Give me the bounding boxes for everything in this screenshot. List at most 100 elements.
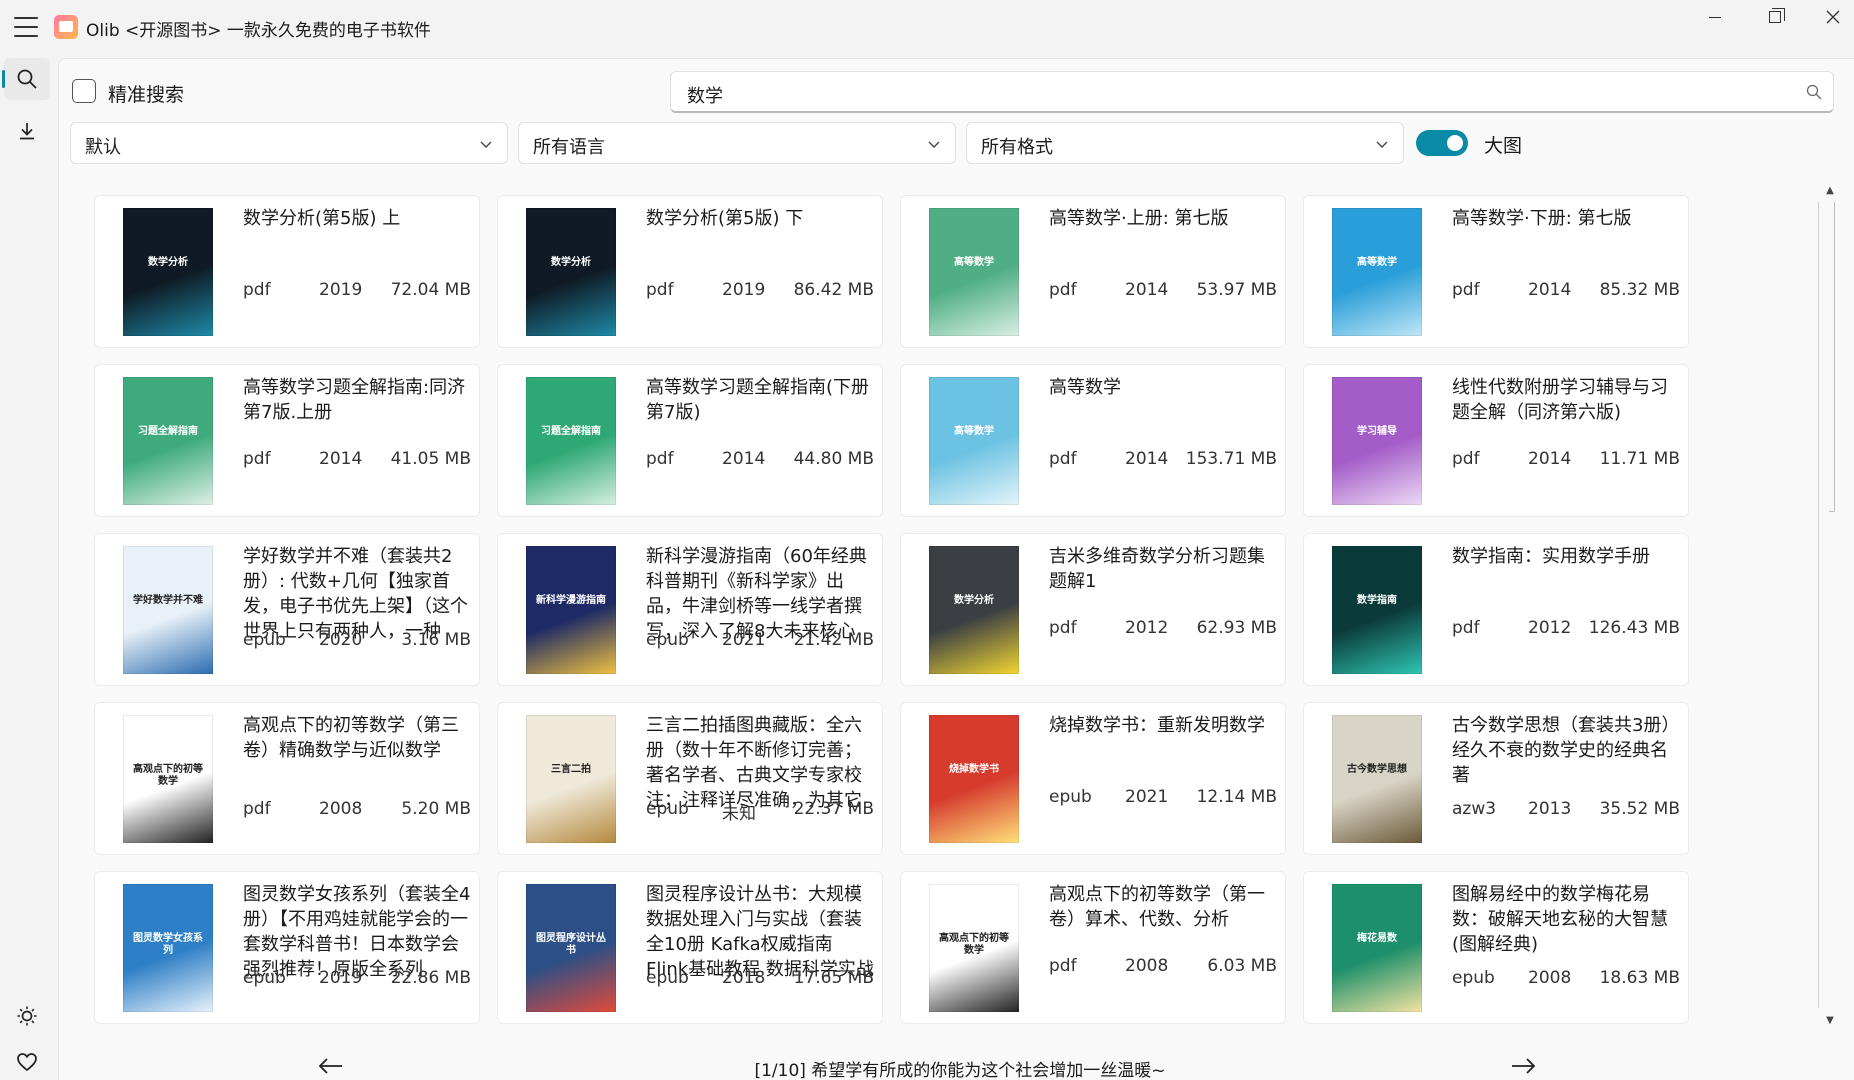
book-cover[interactable]: 数学分析 bbox=[929, 546, 1019, 674]
sort-dropdown-value: 默认 bbox=[85, 137, 121, 158]
format-dropdown[interactable]: 所有格式 bbox=[966, 122, 1404, 164]
book-cover[interactable]: 新科学漫游指南 bbox=[526, 546, 616, 674]
book-card[interactable]: 新科学漫游指南 新科学漫游指南（60年经典科普期刊《新科学家》出品，牛津剑桥等一线… bbox=[497, 533, 883, 686]
book-cover[interactable]: 高等数学 bbox=[1332, 208, 1422, 336]
theme-icon bbox=[17, 1006, 37, 1026]
book-title: 数学分析(第5版) 下 bbox=[646, 208, 804, 229]
book-card[interactable]: 高等数学 高等数学·下册: 第七版 pdf 2014 85.32 MB bbox=[1303, 195, 1689, 348]
book-cover[interactable]: 三言二拍 bbox=[526, 715, 616, 843]
book-format: azw3 bbox=[1452, 799, 1497, 819]
book-title: 烧掉数学书：重新发明数学 bbox=[1049, 715, 1265, 736]
book-cover[interactable]: 高观点下的初等数学 bbox=[929, 884, 1019, 1012]
scrollbar-thumb[interactable] bbox=[1829, 202, 1835, 512]
book-cover[interactable]: 图灵数学女孩系列 bbox=[123, 884, 213, 1012]
arrow-left-icon[interactable] bbox=[316, 1054, 346, 1078]
book-card[interactable]: 图灵数学女孩系列 图灵数学女孩系列（套装全4册）【不用鸡娃就能学会的一套数学科普书… bbox=[94, 871, 480, 1024]
book-year: 2021 bbox=[1125, 787, 1169, 807]
book-card[interactable]: 古今数学思想 古今数学思想（套装共3册）经久不衰的数学史的经典名著 azw3 2013… bbox=[1303, 702, 1689, 855]
book-card[interactable]: 高等数学 高等数学·上册: 第七版 pdf 2014 53.97 MB bbox=[900, 195, 1286, 348]
book-cover[interactable]: 习题全解指南 bbox=[526, 377, 616, 505]
hamburger-menu-icon[interactable] bbox=[12, 14, 40, 40]
book-format: pdf bbox=[243, 449, 271, 469]
book-cover-text: 高等数学 bbox=[954, 425, 994, 437]
book-format: pdf bbox=[1452, 449, 1480, 469]
search-input[interactable]: 数学 bbox=[670, 71, 1834, 113]
book-title: 线性代数附册学习辅导与习题全解（同济第六版) bbox=[1452, 377, 1668, 423]
book-card[interactable]: 三言二拍 三言二拍插图典藏版：全六册（数十年不断修订完善；著名学者、古典文学专家校… bbox=[497, 702, 883, 855]
book-card[interactable]: 高观点下的初等数学 高观点下的初等数学（第三卷）精确数学与近似数学 pdf 2008 5… bbox=[94, 702, 480, 855]
book-format: pdf bbox=[1049, 618, 1077, 638]
book-title: 数学指南：实用数学手册 bbox=[1452, 546, 1650, 567]
minimize-button[interactable] bbox=[1686, 0, 1744, 34]
book-cover[interactable]: 图灵程序设计丛书 bbox=[526, 884, 616, 1012]
book-size: 17.65 MB bbox=[793, 968, 874, 988]
book-card[interactable]: 数学指南 数学指南：实用数学手册 pdf 2012 126.43 MB bbox=[1303, 533, 1689, 686]
book-title: 新科学漫游指南（60年经典科普期刊《新科学家》出品，牛津剑桥等一线学者撰写，深入… bbox=[646, 546, 867, 642]
maximize-button[interactable] bbox=[1746, 0, 1804, 34]
nav-theme[interactable] bbox=[4, 995, 50, 1037]
language-dropdown[interactable]: 所有语言 bbox=[518, 122, 956, 164]
book-cover[interactable]: 烧掉数学书 bbox=[929, 715, 1019, 843]
book-format: pdf bbox=[1049, 449, 1077, 469]
book-size: 86.42 MB bbox=[793, 280, 874, 300]
sort-dropdown[interactable]: 默认 bbox=[70, 122, 508, 164]
nav-favorites[interactable] bbox=[4, 1041, 50, 1080]
book-year: 2018 bbox=[722, 968, 766, 988]
search-icon[interactable] bbox=[1805, 83, 1823, 101]
book-cover[interactable]: 学习辅导 bbox=[1332, 377, 1422, 505]
book-format: pdf bbox=[1049, 956, 1077, 976]
book-cover[interactable]: 数学分析 bbox=[526, 208, 616, 336]
book-cover[interactable]: 高观点下的初等数学 bbox=[123, 715, 213, 843]
book-cover-text: 高等数学 bbox=[1357, 256, 1397, 268]
book-card[interactable]: 梅花易数 图解易经中的数学梅花易数：破解天地玄秘的大智慧 (图解经典) epub 20… bbox=[1303, 871, 1689, 1024]
book-cover[interactable]: 数学指南 bbox=[1332, 546, 1422, 674]
book-card[interactable]: 学习辅导 线性代数附册学习辅导与习题全解（同济第六版) pdf 2014 11.71 M… bbox=[1303, 364, 1689, 517]
book-size: 72.04 MB bbox=[390, 280, 471, 300]
book-cover[interactable]: 梅花易数 bbox=[1332, 884, 1422, 1012]
book-size: 126.43 MB bbox=[1588, 618, 1680, 638]
book-size: 35.52 MB bbox=[1599, 799, 1680, 819]
book-cover-text: 图灵数学女孩系列 bbox=[133, 932, 203, 956]
book-card[interactable]: 习题全解指南 高等数学习题全解指南:同济第7版.上册 pdf 2014 41.05 MB bbox=[94, 364, 480, 517]
book-card[interactable]: 数学分析 吉米多维奇数学分析习题集题解1 pdf 2012 62.93 MB bbox=[900, 533, 1286, 686]
book-cover-text: 数学分析 bbox=[148, 256, 188, 268]
book-card[interactable]: 数学分析 数学分析(第5版) 上 pdf 2019 72.04 MB bbox=[94, 195, 480, 348]
arrow-right-icon[interactable] bbox=[1508, 1054, 1538, 1078]
book-card[interactable]: 图灵程序设计丛书 图灵程序设计丛书：大规模数据处理入门与实战（套装全10册 Kaf… bbox=[497, 871, 883, 1024]
scrollbar-track[interactable] bbox=[1818, 202, 1840, 1008]
book-size: 62.93 MB bbox=[1196, 618, 1277, 638]
chevron-down-icon bbox=[1376, 141, 1388, 148]
large-image-toggle[interactable] bbox=[1416, 130, 1468, 156]
download-icon bbox=[20, 123, 34, 140]
book-card[interactable]: 数学分析 数学分析(第5版) 下 pdf 2019 86.42 MB bbox=[497, 195, 883, 348]
nav-search[interactable] bbox=[2, 58, 50, 100]
book-cover[interactable]: 高等数学 bbox=[929, 377, 1019, 505]
book-cover[interactable]: 古今数学思想 bbox=[1332, 715, 1422, 843]
book-cover[interactable]: 数学分析 bbox=[123, 208, 213, 336]
book-cover[interactable]: 高等数学 bbox=[929, 208, 1019, 336]
book-cover-text: 新科学漫游指南 bbox=[536, 594, 606, 606]
book-format: epub bbox=[243, 968, 286, 988]
nav-downloads[interactable] bbox=[4, 110, 50, 152]
book-card[interactable]: 烧掉数学书 烧掉数学书：重新发明数学 epub 2021 12.14 MB bbox=[900, 702, 1286, 855]
exact-search-checkbox[interactable] bbox=[72, 79, 96, 103]
book-card[interactable]: 学好数学并不难 学好数学并不难（套装共2册）: 代数+几何【独家首发，电子书优先上… bbox=[94, 533, 480, 686]
vertical-scrollbar[interactable]: ▲ ▼ bbox=[1818, 180, 1844, 1030]
large-image-label: 大图 bbox=[1484, 135, 1523, 157]
book-size: 21.42 MB bbox=[793, 630, 874, 650]
book-card[interactable]: 习题全解指南 高等数学习题全解指南(下册第7版) pdf 2014 44.80 MB bbox=[497, 364, 883, 517]
scroll-up-icon[interactable]: ▲ bbox=[1822, 182, 1838, 198]
book-format: pdf bbox=[1452, 280, 1480, 300]
book-cover[interactable]: 习题全解指南 bbox=[123, 377, 213, 505]
window-title: Olib <开源图书> 一款永久免费的电子书软件 bbox=[86, 21, 431, 41]
scroll-down-icon[interactable]: ▼ bbox=[1822, 1012, 1838, 1028]
chevron-down-icon bbox=[480, 141, 492, 148]
book-title: 高观点下的初等数学（第三卷）精确数学与近似数学 bbox=[243, 715, 459, 761]
close-button[interactable] bbox=[1804, 0, 1854, 34]
book-cover[interactable]: 学好数学并不难 bbox=[123, 546, 213, 674]
book-year: 2014 bbox=[1528, 449, 1572, 469]
book-cover-text: 数学指南 bbox=[1357, 594, 1397, 606]
book-title: 数学分析(第5版) 上 bbox=[243, 208, 401, 229]
book-card[interactable]: 高观点下的初等数学 高观点下的初等数学（第一卷）算术、代数、分析 pdf 2008 6.… bbox=[900, 871, 1286, 1024]
book-card[interactable]: 高等数学 高等数学 pdf 2014 153.71 MB bbox=[900, 364, 1286, 517]
